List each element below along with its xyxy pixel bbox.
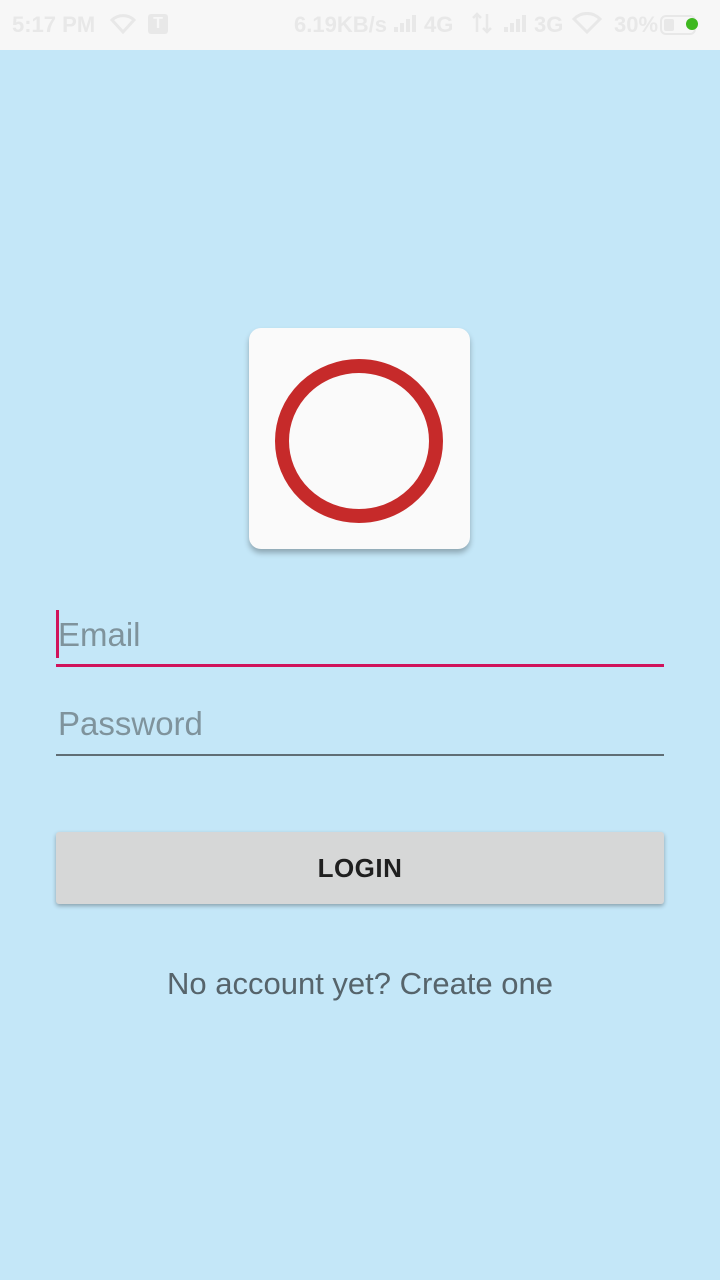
password-field[interactable] [56,696,664,756]
charging-indicator-icon [686,18,698,30]
status-bar: 5:17 PM T 6.19KB/s 4G 3G 30% [0,0,720,50]
network-type-1: 4G [424,12,454,37]
network-type-2: 3G [534,12,564,37]
app-logo [249,328,470,549]
status-time: 5:17 PM [12,12,96,37]
battery-level [664,19,674,31]
signal-icon [502,12,530,40]
wifi-icon [571,12,603,40]
email-input[interactable] [56,607,664,663]
wifi-icon [109,12,137,40]
data-arrows-icon [470,12,494,40]
password-underline [56,754,664,756]
password-input[interactable] [56,696,664,752]
email-field[interactable] [56,607,664,667]
email-underline [56,664,664,667]
create-account-link[interactable]: No account yet? Create one [0,966,720,1002]
circle-o-logo-icon [275,359,443,523]
notification-icon: T [148,14,168,34]
battery-percent: 30% [614,12,659,37]
battery-icon [660,15,698,35]
signal-icon [392,12,420,40]
text-cursor [56,610,59,658]
login-button[interactable]: LOGIN [56,832,664,904]
network-speed: 6.19KB/s [294,12,387,37]
